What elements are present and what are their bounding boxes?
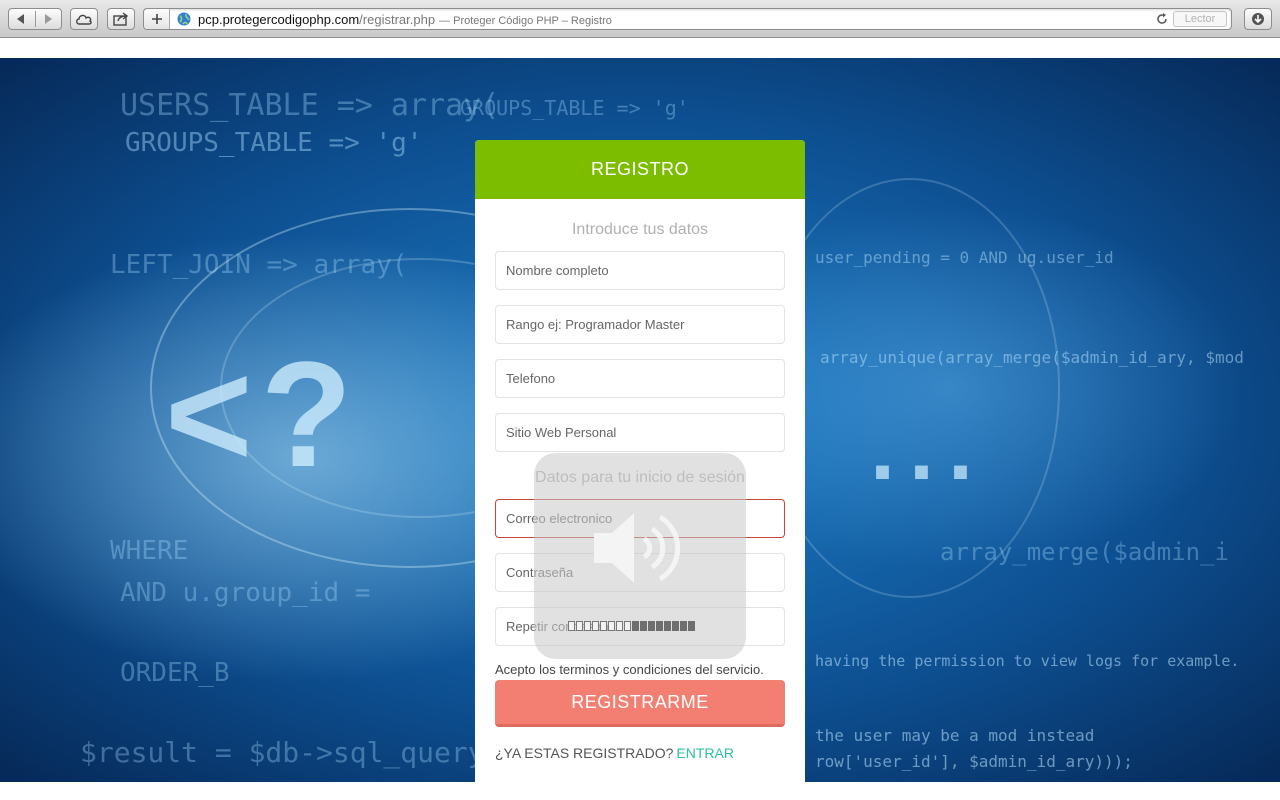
volume-segment	[648, 621, 655, 631]
card-header: REGISTRO	[475, 140, 805, 199]
new-tab-button[interactable]	[144, 9, 170, 29]
page-bottom-margin	[0, 782, 1280, 800]
reload-icon[interactable]	[1155, 12, 1169, 26]
code-line: $result = $db->sql_query(	[80, 736, 502, 769]
url-host: pcp.protegercodigophp.com	[198, 12, 360, 27]
code-line: GROUPS_TABLE => 'g'	[460, 96, 689, 120]
globe-icon	[177, 12, 191, 26]
icloud-tabs-button[interactable]	[70, 8, 98, 30]
code-line: USERS_TABLE => array(	[120, 88, 500, 123]
volume-segment	[616, 621, 623, 631]
code-line: array_unique(array_merge($admin_id_ary, …	[820, 348, 1244, 367]
downloads-button[interactable]	[1244, 8, 1272, 30]
volume-segment	[656, 621, 663, 631]
speaker-volume-icon	[594, 513, 681, 583]
share-button[interactable]	[107, 8, 135, 30]
volume-segment	[576, 621, 583, 631]
login-link[interactable]: ENTRAR	[676, 745, 734, 761]
volume-segment	[568, 621, 575, 631]
volume-segment	[584, 621, 591, 631]
plus-icon	[151, 14, 162, 24]
php-open-tag-graphic: <?	[165, 330, 361, 498]
code-line: GROUPS_TABLE => 'g'	[125, 128, 423, 158]
url-path: /registrar.php	[359, 12, 436, 27]
phone-input[interactable]	[495, 359, 785, 398]
volume-segment	[592, 621, 599, 631]
forward-icon[interactable]	[42, 13, 54, 25]
code-line: user_pending = 0 AND ug.user_id	[815, 248, 1114, 267]
code-line: row['user_id'], $admin_id_ary)));	[815, 752, 1133, 771]
website-input[interactable]	[495, 413, 785, 452]
volume-segment	[624, 621, 631, 631]
volume-level-bar	[568, 621, 695, 631]
nav-buttons	[8, 8, 62, 30]
full-name-input[interactable]	[495, 251, 785, 290]
code-line: ORDER_B	[120, 658, 230, 688]
rank-input[interactable]	[495, 305, 785, 344]
volume-segment	[632, 621, 639, 631]
page-title: — Proteger Código PHP – Registro	[439, 15, 612, 27]
code-line: WHERE	[110, 536, 189, 566]
nav-separator	[35, 11, 36, 27]
glow-ring	[760, 178, 1060, 598]
url-text: pcp.protegercodigophp.com/registrar.php —…	[198, 12, 612, 27]
reader-button[interactable]: Lector	[1173, 11, 1227, 27]
volume-segment	[640, 621, 647, 631]
volume-segment	[672, 621, 679, 631]
back-icon[interactable]	[15, 13, 27, 25]
browser-toolbar: pcp.protegercodigophp.com/registrar.php —…	[0, 0, 1280, 38]
already-registered-text: ¿YA ESTAS REGISTRADO?	[495, 745, 674, 761]
code-line: LEFT_JOIN => array(	[110, 250, 408, 280]
terms-text[interactable]: Acepto los terminos y condiciones del se…	[495, 662, 764, 677]
code-line: having the permission to view logs for e…	[815, 652, 1240, 670]
address-bar[interactable]: pcp.protegercodigophp.com/registrar.php —…	[143, 8, 1232, 30]
download-icon	[1252, 13, 1264, 25]
volume-segment	[608, 621, 615, 631]
volume-overlay	[534, 453, 746, 659]
code-line: array_merge($admin_i	[940, 538, 1229, 566]
volume-segment	[680, 621, 687, 631]
share-icon	[113, 12, 129, 26]
volume-segment	[600, 621, 607, 631]
login-prompt: ¿YA ESTAS REGISTRADO? ENTRAR	[495, 745, 734, 761]
volume-segment	[688, 621, 695, 631]
cloud-icon	[76, 14, 92, 25]
code-line: the user may be a mod instead	[815, 726, 1095, 745]
code-line: AND u.group_id =	[120, 578, 371, 608]
register-button[interactable]: REGISTRARME	[495, 680, 785, 727]
ellipsis-graphic: ...	[870, 399, 988, 499]
section-personal-label: Introduce tus datos	[571, 221, 709, 238]
page-top-margin	[0, 39, 1280, 58]
volume-segment	[664, 621, 671, 631]
